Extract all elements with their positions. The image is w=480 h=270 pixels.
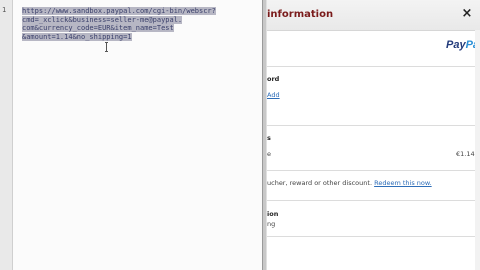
line-number-gutter: 1: [0, 0, 13, 270]
item-line: e: [267, 150, 271, 158]
page-title: information: [267, 9, 334, 20]
selected-code-line: com&currency_code=EUR&item_name=Test: [22, 24, 174, 33]
divider: [267, 125, 480, 126]
section-line: ng: [267, 220, 276, 228]
section-title: s: [267, 134, 271, 142]
discount-text: ucher, reward or other discount. Redeem …: [267, 179, 432, 187]
text-editor-pane[interactable]: 1 https://www.sandbox.paypal.com/cgi-bin…: [0, 0, 265, 270]
page-scrollbar[interactable]: [475, 30, 480, 270]
divider: [267, 170, 480, 171]
text-cursor-icon: [105, 42, 109, 52]
page-header-bar: information ×: [267, 0, 480, 31]
close-icon[interactable]: ×: [460, 7, 474, 21]
section-title: ord: [267, 75, 280, 83]
selected-code-line: &amount=1.14&no_shipping=1: [22, 32, 132, 41]
code-area[interactable]: https://www.sandbox.paypal.com/cgi-bin/w…: [22, 7, 260, 41]
divider: [267, 66, 480, 67]
paypal-page: information × PayPa ord Add s e €1.14 uc…: [267, 0, 480, 270]
divider: [267, 200, 480, 201]
selected-code-line: https://www.sandbox.paypal.com/cgi-bin/w…: [22, 7, 216, 15]
add-link[interactable]: Add: [267, 91, 280, 99]
section-title: ion: [267, 210, 279, 218]
line-number: 1: [2, 6, 7, 14]
item-price: €1.14: [456, 150, 475, 158]
selected-code-line: cmd=_xclick&business=seller-me@paypal.: [22, 15, 183, 24]
redeem-link[interactable]: Redeem this now.: [374, 179, 432, 187]
divider: [267, 236, 480, 237]
